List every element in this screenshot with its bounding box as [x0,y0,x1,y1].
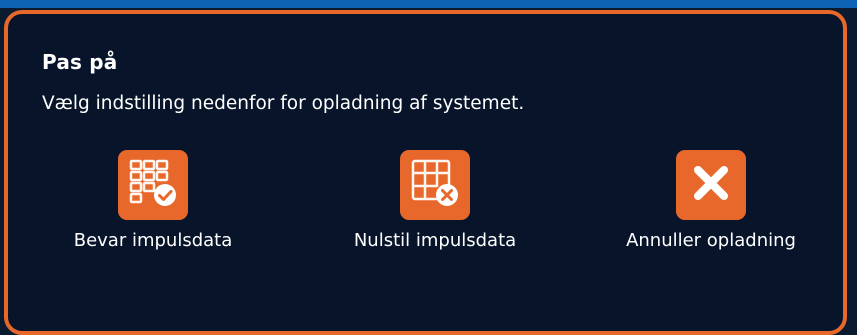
keep-pulse-data-tile[interactable] [118,150,188,220]
keep-pulse-data-button[interactable]: Bevar impulsdata [48,150,258,251]
cancel-charging-tile[interactable] [676,150,746,220]
close-icon [689,161,733,209]
reset-pulse-data-button[interactable]: Nulstil impulsdata [330,150,540,251]
reset-pulse-data-tile[interactable] [400,150,470,220]
keep-pulse-data-label: Bevar impulsdata [73,230,233,251]
dialog-title: Pas på [42,50,118,74]
dialog-message: Vælg indstilling nedenfor for opladning … [42,93,525,114]
grid-check-icon [125,155,181,215]
cancel-charging-label: Annuller opladning [626,230,796,251]
reset-pulse-data-label: Nulstil impulsdata [353,230,517,251]
grid-x-icon [407,155,463,215]
top-strip [0,0,857,8]
cancel-charging-button[interactable]: Annuller opladning [606,150,816,251]
